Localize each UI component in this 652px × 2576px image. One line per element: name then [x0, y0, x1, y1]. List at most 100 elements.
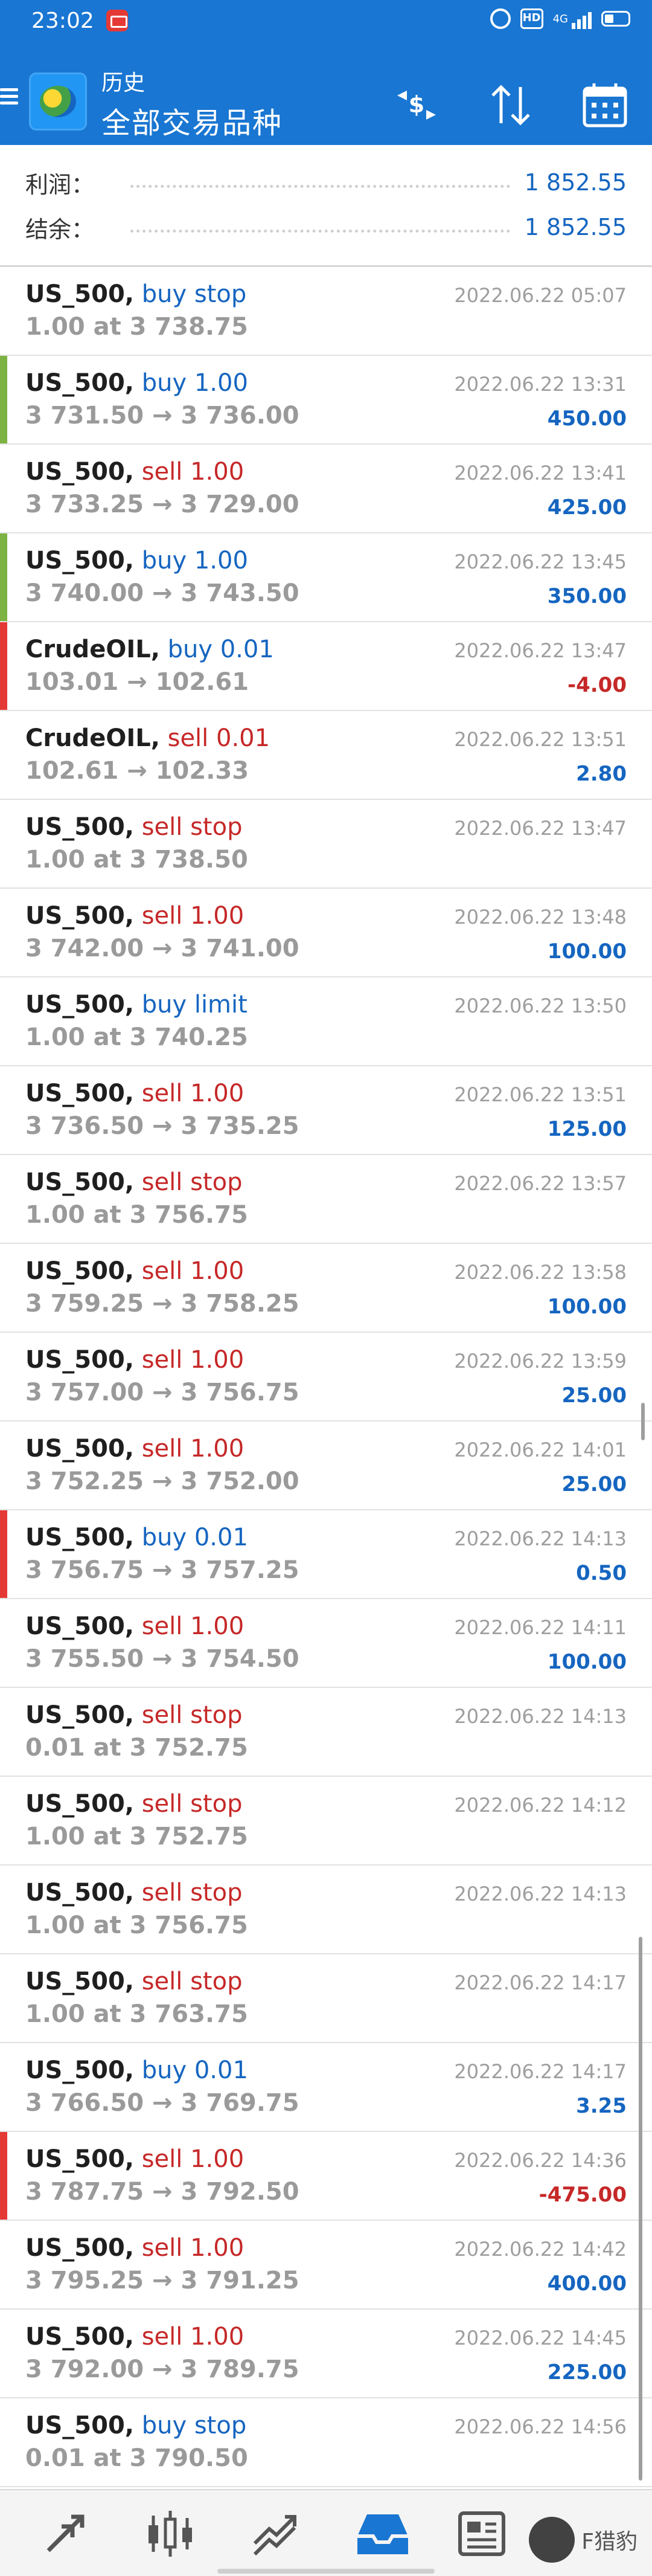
order-datetime: 2022.06.22 14:13	[454, 1882, 627, 1905]
order-title: US_500, sell stop	[25, 813, 242, 841]
order-row[interactable]: US_500, buy 1.00 3 731.50 → 3 736.00 2022.…	[0, 356, 652, 445]
dotted-leader	[130, 229, 510, 233]
order-action: sell 1.00	[133, 1612, 245, 1640]
order-action: sell stop	[133, 813, 243, 841]
order-detail: 3 756.75 → 3 757.25	[25, 1556, 299, 1584]
currency-filter-button[interactable]: $	[389, 77, 444, 133]
order-action: sell 1.00	[133, 902, 245, 930]
order-detail: 1.00 at 3 752.75	[25, 1823, 248, 1850]
calendar-button[interactable]	[577, 77, 633, 133]
balance-label: 结余：	[25, 216, 95, 243]
order-detail: 1.00 at 3 738.50	[25, 846, 248, 874]
order-action: buy 0.01	[133, 1524, 248, 1551]
order-detail: 3 795.25 → 3 791.25	[25, 2267, 299, 2294]
order-profit: 3.25	[576, 2094, 627, 2118]
menu-icon[interactable]	[0, 88, 18, 105]
symbol-name: US_500,	[25, 1968, 134, 1995]
symbol-name: US_500,	[25, 547, 134, 575]
order-row[interactable]: US_500, buy stop 0.01 at 3 790.50 2022.06.…	[0, 2398, 652, 2487]
order-action: buy 1.00	[133, 369, 248, 397]
scrollbar[interactable]	[639, 1937, 642, 2481]
gesture-bar[interactable]	[217, 2569, 435, 2574]
nav-chart[interactable]	[140, 2504, 200, 2564]
order-datetime: 2022.06.22 13:51	[454, 728, 627, 751]
order-detail: 3 759.25 → 3 758.25	[25, 1290, 299, 1318]
order-row[interactable]: US_500, sell 1.00 3 792.00 → 3 789.75 2022…	[0, 2310, 652, 2398]
order-row[interactable]: US_500, sell stop 1.00 at 3 756.75 2022.06…	[0, 1155, 652, 1244]
nav-quotes[interactable]	[35, 2504, 95, 2564]
order-row[interactable]: US_500, sell stop 1.00 at 3 756.75 2022.06…	[0, 1866, 652, 1954]
svg-text:$: $	[409, 91, 424, 118]
symbol-name: US_500,	[25, 1168, 134, 1196]
symbol-name: US_500,	[25, 2056, 134, 2084]
order-datetime: 2022.06.22 14:12	[454, 1794, 627, 1817]
status-time: 23:02	[31, 8, 94, 33]
order-datetime: 2022.06.22 14:36	[454, 2149, 627, 2172]
order-title: US_500, sell stop	[25, 1790, 242, 1818]
symbol-name: US_500,	[25, 458, 134, 486]
status-bar-indicator	[0, 533, 7, 621]
order-title: US_500, sell stop	[25, 1879, 242, 1907]
profit-value: 1 852.55	[524, 169, 627, 196]
order-title: US_500, sell 1.00	[25, 1435, 244, 1463]
order-row[interactable]: US_500, sell stop 0.01 at 3 752.75 2022.06…	[0, 1688, 652, 1777]
order-detail: 3 766.50 → 3 769.75	[25, 2089, 299, 2117]
order-datetime: 2022.06.22 13:45	[454, 550, 627, 573]
battery-icon	[601, 11, 630, 27]
order-detail: 3 752.25 → 3 752.00	[25, 1467, 299, 1495]
order-title: US_500, sell 1.00	[25, 2323, 244, 2351]
symbol-name: US_500,	[25, 2412, 134, 2439]
order-profit: 100.00	[547, 1650, 627, 1674]
watermark-avatar	[529, 2517, 575, 2563]
order-row[interactable]: US_500, sell stop 1.00 at 3 763.75 2022.06…	[0, 1954, 652, 2043]
order-title: US_500, buy stop	[25, 2412, 246, 2439]
order-profit: 400.00	[547, 2272, 627, 2296]
sort-button[interactable]	[483, 77, 539, 133]
order-detail: 3 733.25 → 3 729.00	[25, 491, 299, 518]
order-row[interactable]: US_500, sell 1.00 3 787.75 → 3 792.50 2022…	[0, 2132, 652, 2221]
symbol-name: US_500,	[25, 2234, 134, 2262]
watermark-text: F猎豹	[581, 2529, 638, 2554]
history-summary: 利润： 1 852.55 结余： 1 852.55	[0, 145, 652, 267]
order-row[interactable]: US_500, sell 1.00 3 757.00 → 3 756.75 2022…	[0, 1333, 652, 1422]
order-datetime: 2022.06.22 14:11	[454, 1616, 627, 1639]
order-action: sell 1.00	[133, 1257, 245, 1285]
order-detail: 102.61 → 102.33	[25, 757, 249, 785]
order-row[interactable]: CrudeOIL, sell 0.01 102.61 → 102.33 2022.0…	[0, 711, 652, 800]
page-title[interactable]: 全部交易品种	[101, 99, 283, 141]
order-row[interactable]: US_500, buy 0.01 3 756.75 → 3 757.25 2022.…	[0, 1510, 652, 1599]
order-row[interactable]: US_500, sell 1.00 3 795.25 → 3 791.25 2022…	[0, 2221, 652, 2310]
order-title: US_500, sell stop	[25, 1701, 242, 1729]
order-detail: 1.00 at 3 756.75	[25, 1911, 248, 1939]
order-action: sell 1.00	[133, 2234, 245, 2262]
currency-exchange-icon: $	[397, 91, 436, 120]
order-action: buy stop	[133, 2412, 247, 2439]
order-datetime: 2022.06.22 14:13	[454, 1705, 627, 1728]
order-action: sell 1.00	[133, 2145, 245, 2173]
order-detail: 0.01 at 3 752.75	[25, 1734, 248, 1762]
nav-trade[interactable]	[245, 2504, 305, 2564]
order-action: sell 1.00	[133, 1080, 245, 1107]
order-row[interactable]: US_500, buy limit 1.00 at 3 740.25 2022.06…	[0, 977, 652, 1066]
order-row[interactable]: US_500, buy 0.01 3 766.50 → 3 769.75 2022.…	[0, 2043, 652, 2132]
order-profit: 100.00	[547, 1295, 627, 1319]
order-title: US_500, sell 1.00	[25, 902, 244, 930]
order-action: sell 1.00	[133, 1346, 245, 1374]
order-row[interactable]: US_500, sell 1.00 3 733.25 → 3 729.00 2022…	[0, 445, 652, 533]
order-row[interactable]: US_500, sell 1.00 3 755.50 → 3 754.50 2022…	[0, 1599, 652, 1688]
order-action: sell stop	[133, 1968, 243, 1995]
order-row[interactable]: US_500, sell stop 1.00 at 3 752.75 2022.06…	[0, 1777, 652, 1866]
symbol-name: CrudeOIL,	[25, 636, 160, 663]
order-row[interactable]: US_500, sell 1.00 3 742.00 → 3 741.00 2022…	[0, 889, 652, 977]
order-row[interactable]: CrudeOIL, buy 0.01 103.01 → 102.61 2022.06…	[0, 622, 652, 711]
order-row[interactable]: US_500, buy 1.00 3 740.00 → 3 743.50 2022.…	[0, 533, 652, 622]
nav-history[interactable]	[353, 2504, 413, 2564]
order-row[interactable]: US_500, sell 1.00 3 759.25 → 3 758.25 2022…	[0, 1244, 652, 1333]
symbol-name: US_500,	[25, 1346, 134, 1374]
order-row[interactable]: US_500, sell 1.00 3 752.25 → 3 752.00 2022…	[0, 1422, 652, 1510]
network-type: 4G	[552, 12, 568, 25]
order-row[interactable]: US_500, sell stop 1.00 at 3 738.50 2022.06…	[0, 800, 652, 889]
order-row[interactable]: US_500, sell 1.00 3 736.50 → 3 735.25 2022…	[0, 1066, 652, 1155]
nav-news[interactable]	[452, 2504, 512, 2564]
order-row[interactable]: US_500, buy stop 1.00 at 3 738.75 2022.06.…	[0, 267, 652, 356]
